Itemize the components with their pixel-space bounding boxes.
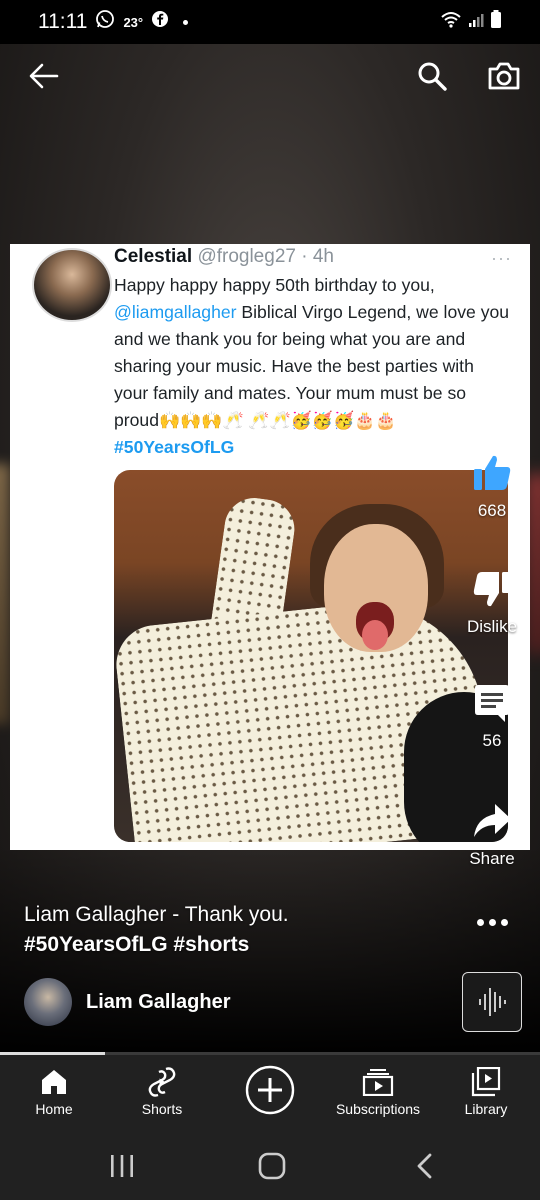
- nav-library[interactable]: Library: [432, 1055, 540, 1131]
- dislike-label: Dislike: [466, 617, 518, 636]
- tweet-handle: @frogleg27 · 4h: [197, 246, 334, 267]
- camera-button[interactable]: [482, 54, 526, 98]
- recent-apps-button[interactable]: [100, 1149, 144, 1183]
- dislike-button[interactable]: Dislike: [452, 568, 532, 637]
- sound-wave-icon: [479, 988, 506, 1016]
- status-time: 11:11: [38, 10, 88, 33]
- share-icon: [474, 804, 511, 837]
- top-controls: [0, 44, 540, 110]
- share-label: Share: [469, 849, 515, 868]
- comments-button[interactable]: 56: [452, 682, 532, 751]
- like-count: 668: [477, 501, 507, 520]
- channel-row[interactable]: Liam Gallagher: [24, 978, 231, 1026]
- back-system-button[interactable]: [402, 1149, 446, 1183]
- nav-shorts-label: Shorts: [141, 1101, 183, 1117]
- dot-icon: [476, 918, 484, 926]
- tweet-text-part: Happy happy happy 50th birthday to you,: [114, 275, 435, 295]
- tweet-card: Celestial @frogleg27 · 4h ··· Happy happ…: [10, 244, 530, 850]
- facebook-icon: [151, 10, 169, 34]
- like-button[interactable]: 668: [452, 452, 532, 521]
- bottom-navigation: Home Shorts Subscriptions Library: [0, 1055, 540, 1131]
- more-options-button[interactable]: [470, 906, 514, 938]
- camera-icon: [488, 62, 520, 90]
- tweet-menu-icon: ···: [491, 248, 512, 268]
- home-icon: [42, 1070, 66, 1094]
- status-temperature: 23°: [123, 14, 144, 30]
- recent-apps-icon: [111, 1155, 133, 1177]
- back-button[interactable]: [22, 54, 66, 98]
- tweet-avatar: [32, 248, 112, 322]
- nav-subscriptions-label: Subscriptions: [335, 1101, 421, 1117]
- sound-button[interactable]: [462, 972, 522, 1032]
- signal-icon: [468, 11, 484, 34]
- system-navigation: [0, 1131, 540, 1200]
- battery-icon: [490, 9, 502, 35]
- search-button[interactable]: [410, 54, 454, 98]
- home-system-button[interactable]: [250, 1149, 294, 1183]
- photo-tongue: [362, 620, 388, 650]
- whatsapp-icon: [95, 9, 115, 35]
- tweet-photo: [114, 470, 508, 842]
- thumbs-down-icon: [473, 572, 510, 607]
- subscriptions-icon: [362, 1069, 394, 1096]
- chevron-left-icon: [417, 1153, 432, 1179]
- caption-title: Liam Gallagher - Thank you.: [24, 903, 289, 926]
- plus-circle-icon: [245, 1065, 295, 1115]
- tweet-author-name: Celestial: [114, 246, 193, 267]
- background-light: [0, 464, 10, 724]
- comment-icon: [475, 685, 509, 722]
- tweet-emojis: 🙌🙌🙌🥂 🥂🥂🥳🥳🥳🎂🎂: [159, 411, 397, 430]
- nav-home-label: Home: [35, 1101, 73, 1117]
- home-circle-icon: [258, 1152, 286, 1180]
- search-icon: [418, 62, 447, 91]
- tweet-text: Happy happy happy 50th birthday to you, …: [114, 272, 510, 461]
- tweet-mention: @liamgallagher: [114, 302, 237, 322]
- notification-dot-icon: [183, 19, 189, 25]
- tweet-header: Celestial @frogleg27 · 4h: [114, 246, 334, 268]
- nav-subscriptions[interactable]: Subscriptions: [324, 1055, 432, 1131]
- create-button[interactable]: [216, 1055, 324, 1131]
- status-bar: 11:11 23°: [0, 0, 540, 44]
- dot-icon: [488, 918, 496, 926]
- wifi-icon: [440, 10, 462, 34]
- shorts-icon: [148, 1067, 176, 1097]
- tweet-hashtag: #50YearsOfLG: [114, 437, 235, 457]
- comment-count: 56: [482, 731, 502, 750]
- channel-name[interactable]: Liam Gallagher: [86, 991, 231, 1014]
- arrow-left-icon: [29, 63, 59, 89]
- thumbs-up-icon: [474, 455, 511, 490]
- library-icon: [471, 1067, 501, 1097]
- nav-shorts[interactable]: Shorts: [108, 1055, 216, 1131]
- channel-avatar[interactable]: [24, 978, 72, 1026]
- dot-icon: [500, 918, 508, 926]
- nav-home[interactable]: Home: [0, 1055, 108, 1131]
- video-caption[interactable]: Liam Gallagher - Thank you. #50YearsOfLG…: [24, 900, 444, 960]
- caption-hashtags[interactable]: #50YearsOfLG #shorts: [24, 930, 444, 960]
- nav-library-label: Library: [464, 1101, 508, 1117]
- share-button[interactable]: Share: [452, 800, 532, 869]
